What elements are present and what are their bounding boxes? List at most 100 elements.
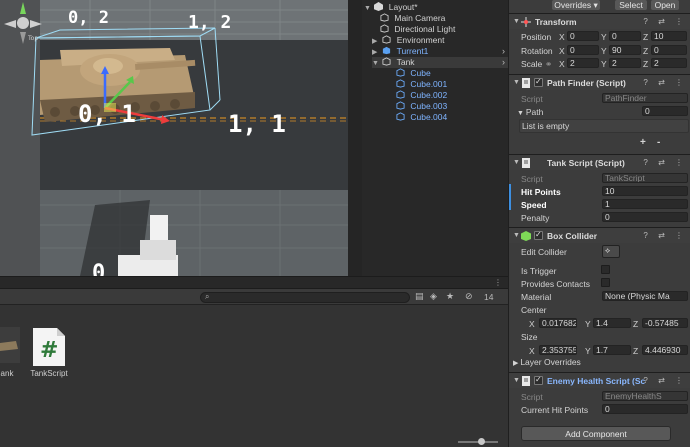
scene-canvas: 0 <box>0 0 348 276</box>
hierarchy-item-tank[interactable]: ▼ Tank › <box>372 57 508 68</box>
axis-z-label: Z <box>633 319 639 329</box>
rotation-x-field[interactable]: 0 <box>567 45 599 55</box>
axis-y-label: Y <box>601 32 607 42</box>
chevron-right-icon[interactable]: › <box>502 57 505 68</box>
hierarchy-item-label: Layout* <box>388 2 418 12</box>
select-button[interactable]: Select <box>615 0 647 10</box>
script-label: Script <box>521 174 543 184</box>
overrides-dropdown[interactable]: Overrides ▾ <box>552 0 600 10</box>
collapse-arrow-icon[interactable]: ▼ <box>513 18 520 25</box>
hierarchy-item-turrent1[interactable]: ▶ Turrent1 › <box>372 46 508 57</box>
collapse-arrow-icon[interactable]: ▼ <box>513 232 520 239</box>
position-x-field[interactable]: 0 <box>567 31 599 41</box>
panel-gutter <box>348 0 362 276</box>
hierarchy-item-main-camera[interactable]: Main Camera <box>380 13 445 24</box>
current-hit-points-field[interactable]: 0 <box>602 404 688 414</box>
hierarchy-item-label: Cube.004 <box>410 112 448 122</box>
panel-menu-icon[interactable]: ⋮ <box>494 278 502 287</box>
center-x-field[interactable]: 0.017682 <box>539 318 577 328</box>
script-icon <box>522 158 530 168</box>
enabled-checkbox[interactable] <box>534 375 543 385</box>
layer-overrides-foldout[interactable]: ▶ Layer Overrides <box>513 357 581 367</box>
transform-title: Transform <box>535 17 577 27</box>
component-menu-icon[interactable]: ? ⇄ ⋮ <box>643 158 687 167</box>
list-empty-text: List is empty <box>522 121 570 131</box>
position-z-field[interactable]: 10 <box>651 31 687 41</box>
axis-x-label: X <box>559 32 565 42</box>
hidden-packages-icon[interactable]: ⊘ <box>465 291 473 302</box>
script-field[interactable]: TankScript <box>602 173 688 183</box>
tank-script-header[interactable]: ▼ Tank Script (Script) ? ⇄ ⋮ <box>509 154 690 170</box>
enemy-health-title: Enemy Health Script (Sc <box>547 376 646 386</box>
hierarchy-item-label: Cube.001 <box>410 79 448 89</box>
rotation-z-field[interactable]: 0 <box>651 45 687 55</box>
hierarchy-item-cube[interactable]: Cube <box>396 68 431 79</box>
filter-by-label-icon[interactable]: ◈ <box>430 291 437 302</box>
path-finder-header[interactable]: ▼ Path Finder (Script) ? ⇄ ⋮ <box>509 74 690 90</box>
hierarchy-item-directional-light[interactable]: Directional Light <box>380 24 455 35</box>
collapse-arrow-icon[interactable]: ▼ <box>513 377 520 384</box>
prefab-icon <box>383 46 391 55</box>
component-menu-icon[interactable]: ? ⇄ ⋮ <box>643 376 687 385</box>
script-field[interactable]: PathFinder <box>602 93 688 103</box>
tank-prefab-thumbnail[interactable] <box>0 327 20 363</box>
enabled-checkbox[interactable] <box>534 77 543 87</box>
center-y-field[interactable]: 1.4 <box>593 318 631 328</box>
rotation-y-field[interactable]: 90 <box>609 45 641 55</box>
hierarchy-item-layout[interactable]: ▼ Layout* <box>364 2 418 13</box>
zoom-slider-handle[interactable] <box>478 438 485 445</box>
speed-field[interactable]: 1 <box>602 199 688 209</box>
script-icon <box>522 78 530 88</box>
search-input[interactable]: ⌕ <box>200 292 410 303</box>
hierarchy-item-cube-003[interactable]: Cube.003 <box>396 101 447 112</box>
favorite-icon[interactable]: ★ <box>446 291 454 302</box>
hierarchy-item-cube-004[interactable]: Cube.004 <box>396 112 447 123</box>
chevron-right-icon[interactable]: › <box>502 46 505 57</box>
current-hit-points-label: Current Hit Points <box>521 405 589 415</box>
enemy-health-header[interactable]: ▼ Enemy Health Script (Sc ? ⇄ ⋮ <box>509 372 690 388</box>
link-scale-icon[interactable]: ⚭ <box>545 59 552 70</box>
material-field[interactable]: None (Physic Ma <box>602 291 688 301</box>
scale-x-field[interactable]: 2 <box>567 58 599 68</box>
axis-x-label: X <box>529 346 535 356</box>
orientation-gizmo-icon[interactable]: Top <box>0 0 46 46</box>
component-menu-icon[interactable]: ? ⇄ ⋮ <box>643 17 687 26</box>
edit-collider-button[interactable]: ⟡ <box>602 245 620 258</box>
penalty-field[interactable]: 0 <box>602 212 688 222</box>
position-y-field[interactable]: 0 <box>609 31 641 41</box>
collapse-arrow-icon[interactable]: ▼ <box>513 79 520 86</box>
provides-contacts-checkbox[interactable] <box>601 278 610 287</box>
component-menu-icon[interactable]: ? ⇄ ⋮ <box>643 78 687 87</box>
path-list-label[interactable]: ▼ Path <box>517 107 543 117</box>
add-element-button[interactable]: + <box>640 137 646 148</box>
script-field[interactable]: EnemyHealthS <box>602 391 688 401</box>
size-z-field[interactable]: 4.446930 <box>642 345 688 355</box>
expand-arrow-icon[interactable]: ▼ <box>364 3 372 14</box>
scene-view[interactable]: 0 0, 2 1, 2 0, 1 1, 1 Top <box>0 0 348 276</box>
hit-points-field[interactable]: 10 <box>602 186 688 196</box>
is-trigger-checkbox[interactable] <box>601 265 610 274</box>
hierarchy-item-label: Cube.002 <box>410 90 448 100</box>
enabled-checkbox[interactable] <box>534 230 543 240</box>
path-size-field[interactable]: 0 <box>642 106 688 116</box>
size-x-field[interactable]: 2.353755 <box>539 345 577 355</box>
box-collider-header[interactable]: ▼ Box Collider ? ⇄ ⋮ <box>509 227 690 243</box>
filter-by-type-icon[interactable]: ▤ <box>415 291 424 302</box>
scale-z-field[interactable]: 2 <box>651 58 687 68</box>
transform-header[interactable]: ▼ Transform ? ⇄ ⋮ <box>509 13 690 29</box>
open-button[interactable]: Open <box>651 0 679 10</box>
expand-arrow-icon[interactable]: ▼ <box>372 58 380 69</box>
hierarchy-item-cube-001[interactable]: Cube.001 <box>396 79 447 90</box>
axis-x-label: X <box>529 319 535 329</box>
scale-y-field[interactable]: 2 <box>609 58 641 68</box>
csharp-script-icon[interactable]: # <box>33 328 65 366</box>
size-y-field[interactable]: 1.7 <box>593 345 631 355</box>
hierarchy-item-environment[interactable]: ▶ Environment <box>372 35 444 46</box>
hierarchy-item-cube-002[interactable]: Cube.002 <box>396 90 447 101</box>
component-menu-icon[interactable]: ? ⇄ ⋮ <box>643 231 687 240</box>
collapse-arrow-icon[interactable]: ▼ <box>513 159 520 166</box>
script-label: Script <box>521 94 543 104</box>
remove-element-button[interactable]: - <box>657 137 660 148</box>
center-z-field[interactable]: -0.57485 <box>642 318 688 328</box>
add-component-button[interactable]: Add Component <box>521 426 671 441</box>
